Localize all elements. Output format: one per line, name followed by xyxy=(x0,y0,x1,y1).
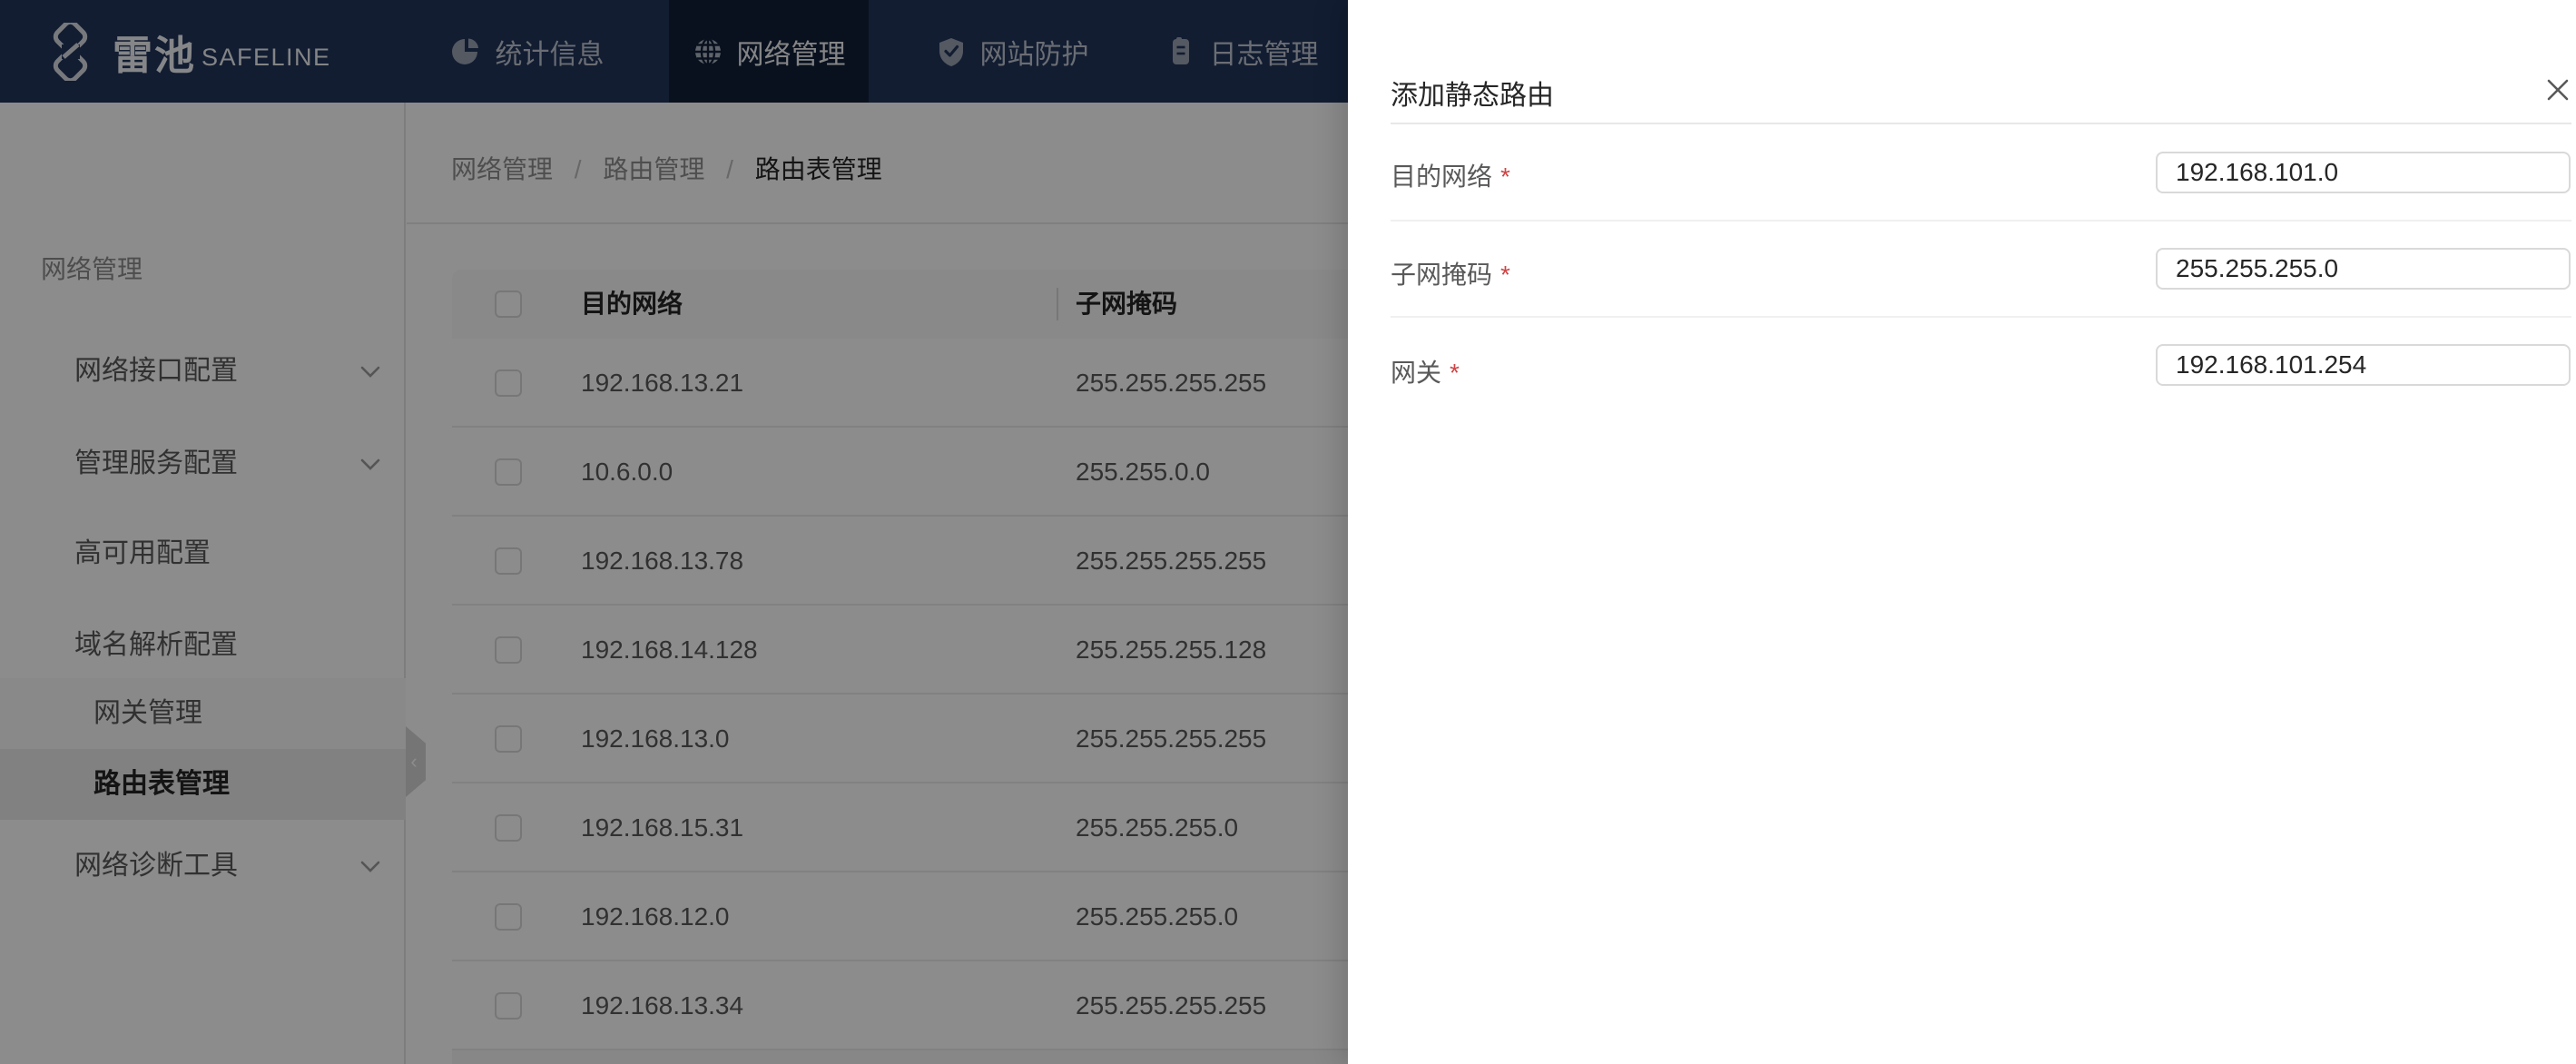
required-marker: * xyxy=(1500,163,1510,191)
required-marker: * xyxy=(1450,359,1460,387)
field-label-subnet-mask: 子网掩码 * xyxy=(1391,261,1510,289)
destination-network-input[interactable] xyxy=(2156,152,2571,193)
required-marker: * xyxy=(1500,261,1510,289)
field-label-destination-network: 目的网络 * xyxy=(1391,163,1510,191)
field-divider xyxy=(1391,316,2571,318)
subnet-mask-input[interactable] xyxy=(2156,248,2571,290)
field-label-gateway: 网关 * xyxy=(1391,359,1460,387)
drawer-title: 添加静态路由 xyxy=(1391,81,1554,111)
field-divider xyxy=(1391,220,2571,222)
close-icon[interactable] xyxy=(2542,74,2573,105)
add-static-route-drawer: 添加静态路由 目的网络* 子网掩码* 网关* xyxy=(1348,0,2576,1064)
safeline-console: 雷池 SAFELINE 统计信息 网络管理 网站防护 日志管理 网络管理 网络接… xyxy=(0,0,2576,1064)
drawer-header-divider xyxy=(1391,123,2571,124)
gateway-input[interactable] xyxy=(2156,344,2571,386)
